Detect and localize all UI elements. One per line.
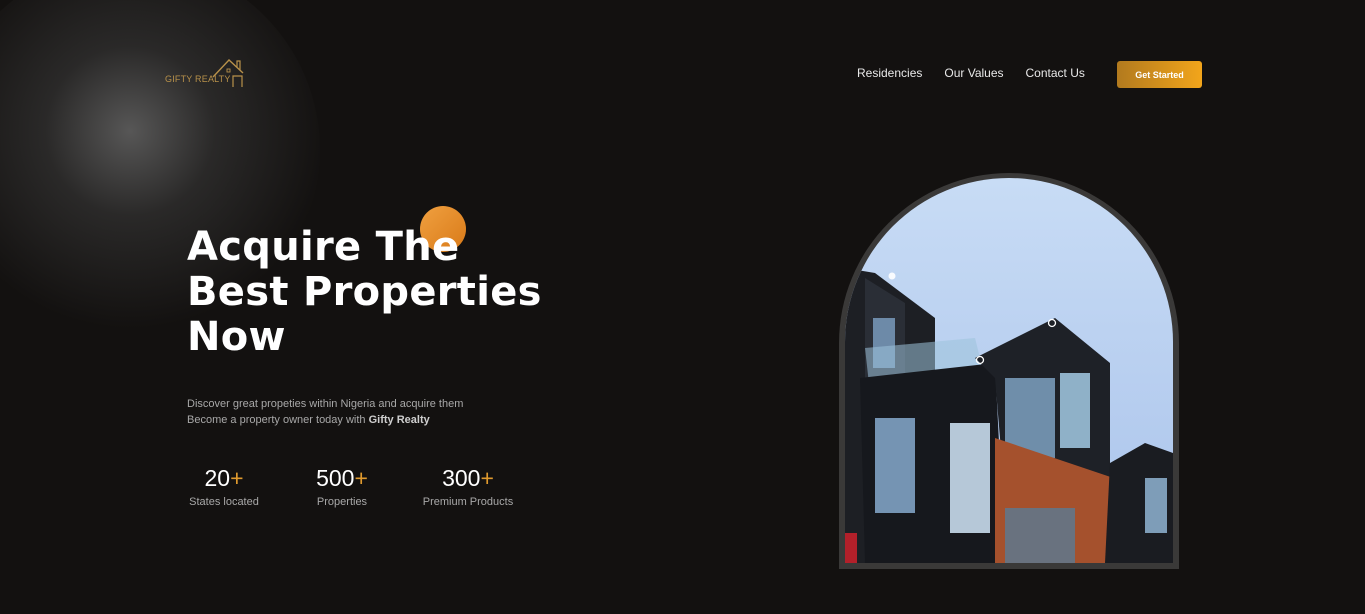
nav-residencies[interactable]: Residencies — [857, 66, 922, 80]
hero-description: Discover great propeties within Nigeria … — [187, 396, 463, 428]
hero-image-frame — [839, 173, 1179, 569]
house-logo-icon — [212, 59, 244, 87]
stat-value: 20+ — [204, 465, 244, 491]
nav-our-values[interactable]: Our Values — [944, 66, 1003, 80]
get-started-button[interactable]: Get Started — [1117, 61, 1202, 88]
logo[interactable]: GIFTY REALTY — [165, 57, 247, 89]
hero-title: Acquire The Best Properties Now — [187, 225, 567, 360]
stat-states: 20+ States located — [187, 464, 261, 508]
main-nav: Residencies Our Values Contact Us — [857, 66, 1085, 80]
stat-premium-products: 300+ Premium Products — [421, 464, 515, 508]
brand-mention: Gifty Realty — [368, 414, 430, 426]
hero-description-prefix: Become a property owner today with — [187, 414, 369, 426]
hero-title-line: Best Properties — [187, 269, 542, 315]
hero-title-line: Acquire The — [187, 224, 460, 270]
stats-row: 20+ States located 500+ Properties 300+ … — [187, 464, 515, 508]
hero-description-line1: Discover great propeties within Nigeria … — [187, 398, 464, 410]
stat-value: 300+ — [442, 465, 494, 491]
stat-label: Premium Products — [422, 496, 514, 508]
nav-contact-us[interactable]: Contact Us — [1026, 66, 1085, 80]
stat-label: States located — [189, 496, 259, 508]
stat-properties: 500+ Properties — [305, 464, 379, 508]
stat-label: Properties — [316, 496, 368, 508]
building-illustration — [845, 268, 1173, 563]
building-photo — [845, 178, 1173, 563]
hero-title-line: Now — [187, 314, 286, 360]
stat-value: 500+ — [316, 465, 368, 491]
hero-description-line2: Become a property owner today with Gifty… — [187, 412, 463, 428]
